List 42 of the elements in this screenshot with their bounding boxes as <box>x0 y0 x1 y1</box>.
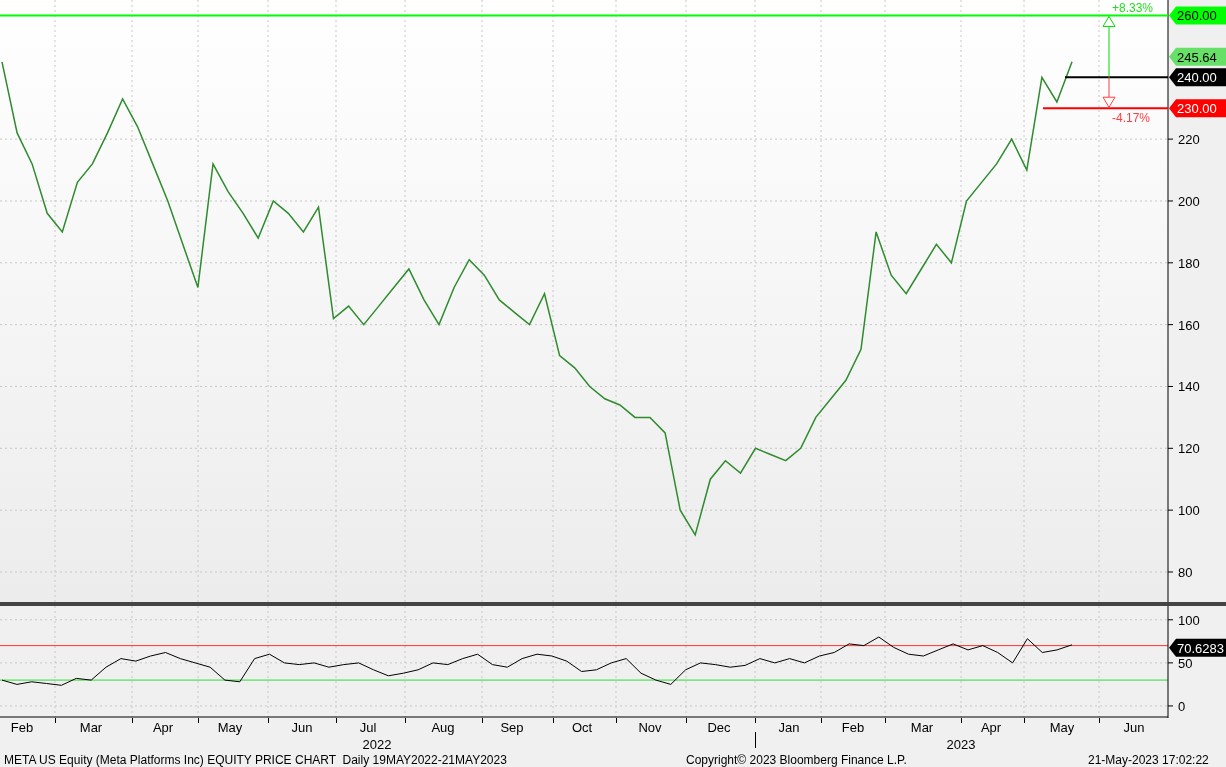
month-label: Aug <box>431 721 455 734</box>
month-label: Dec <box>707 721 731 734</box>
y-axis-label: 160 <box>1178 317 1200 333</box>
month-label: Jan <box>778 721 800 734</box>
copyright-text: Copyright© 2023 Bloomberg Finance L.P. <box>686 753 908 766</box>
month-label: May <box>217 721 243 734</box>
y-axis-label: 180 <box>1178 255 1200 271</box>
price-tag: 260.00 <box>1169 6 1226 25</box>
month-label: May <box>1049 721 1075 734</box>
month-label: Mar <box>910 721 934 734</box>
month-label: Jun <box>1123 721 1145 734</box>
year-label: 2023 <box>946 738 976 751</box>
percent-gain-label: +8.33% <box>1112 1 1154 15</box>
y-axis-label: 140 <box>1178 379 1200 395</box>
up-arrow <box>1102 15 1116 78</box>
month-label: Feb <box>10 721 34 734</box>
y-axis-label: 100 <box>1178 612 1200 628</box>
y-axis-label: 0 <box>1178 698 1186 714</box>
price-tag: 245.64 <box>1169 47 1226 66</box>
y-axis-label: 100 <box>1178 503 1200 519</box>
timestamp-text: 21-May-2023 17:02:22 <box>1088 753 1209 766</box>
month-label: Jun <box>291 721 313 734</box>
month-label: Oct <box>571 721 593 734</box>
y-axis-label: 120 <box>1178 441 1200 457</box>
month-label: Nov <box>638 721 662 734</box>
percent-loss-label: -4.17% <box>1112 111 1151 125</box>
month-label: Feb <box>841 721 865 734</box>
y-axis-label: 80 <box>1178 565 1193 580</box>
month-label: Mar <box>79 721 103 734</box>
y-axis-label: 200 <box>1178 193 1200 209</box>
price-tag: 240.00 <box>1169 68 1226 87</box>
month-label: Sep <box>500 721 524 734</box>
rsi-value-tag: 70.6283 <box>1169 638 1226 657</box>
month-label: Jul <box>359 721 377 734</box>
y-axis-label: 50 <box>1178 655 1193 671</box>
y-axis-label: 220 <box>1178 132 1200 148</box>
price-tag: 230.00 <box>1169 99 1226 118</box>
month-label: Apr <box>980 721 1002 734</box>
year-label: 2022 <box>362 738 392 751</box>
month-label: Apr <box>152 721 174 734</box>
down-arrow <box>1102 76 1116 108</box>
chart-description: META US Equity (Meta Platforms Inc) EQUITY PRICE CHART Daily 19MAY2022-21MAY2023 <box>3 753 508 766</box>
